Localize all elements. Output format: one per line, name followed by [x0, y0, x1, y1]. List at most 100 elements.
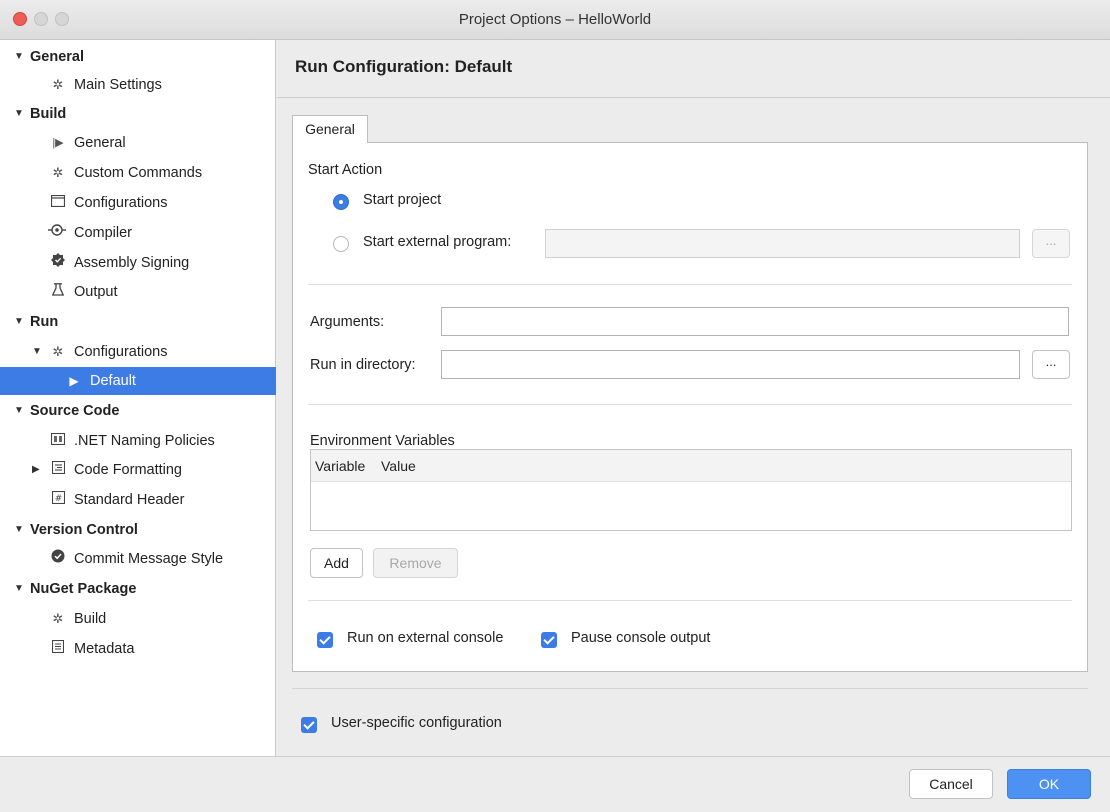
- expanded-arrow-icon[interactable]: ▼: [14, 516, 24, 544]
- window-icon: [50, 189, 66, 217]
- section-divider: [292, 688, 1088, 689]
- sidebar-item-label: Default: [90, 373, 136, 389]
- sidebar-item-label: Commit Message Style: [74, 551, 224, 567]
- pause-console-output-label: Pause console output: [571, 630, 711, 646]
- environment-variables-table[interactable]: Variable Value: [310, 449, 1072, 531]
- collapsed-arrow-icon[interactable]: ▶: [32, 456, 40, 484]
- play-icon: ▶: [69, 374, 79, 388]
- sidebar-item-label: Assembly Signing: [74, 255, 190, 271]
- expanded-arrow-icon[interactable]: ▼: [14, 397, 24, 425]
- sidebar-item-output[interactable]: Output: [0, 278, 276, 306]
- sidebar-category-label: Run: [30, 314, 59, 330]
- sidebar-category-version-control[interactable]: ▼ Version Control: [0, 516, 276, 544]
- hash-icon: #: [50, 486, 66, 514]
- sidebar-item-label: Custom Commands: [74, 165, 203, 181]
- gear-icon: ✲: [52, 165, 64, 180]
- expanded-arrow-icon[interactable]: ▼: [14, 575, 24, 603]
- sidebar-category-build[interactable]: ▼ Build: [0, 100, 276, 128]
- start-action-heading: Start Action: [308, 162, 383, 178]
- sidebar-category-nuget-package[interactable]: ▼ NuGet Package: [0, 575, 276, 603]
- section-divider: [308, 600, 1072, 601]
- sidebar-item-main-settings[interactable]: ✲ Main Settings: [0, 71, 276, 99]
- start-project-radio[interactable]: [333, 194, 349, 210]
- sidebar-item-label: Metadata: [74, 641, 135, 657]
- sidebar-item-metadata[interactable]: Metadata: [0, 635, 276, 663]
- run-in-directory-browse-button[interactable]: ...: [1032, 350, 1070, 379]
- sidebar-item-custom-commands[interactable]: ✲ Custom Commands: [0, 159, 276, 187]
- gear-icon: ✲: [52, 77, 64, 92]
- sidebar-item-label: Configurations: [74, 195, 168, 211]
- ok-button[interactable]: OK: [1007, 769, 1091, 799]
- gear-icon: ✲: [52, 611, 64, 626]
- sidebar-category-label: General: [30, 49, 84, 65]
- run-in-directory-field[interactable]: [441, 350, 1020, 379]
- sidebar-item-run-configurations[interactable]: ▼ ✲ Configurations: [0, 338, 276, 366]
- add-variable-button[interactable]: Add: [310, 548, 363, 578]
- document-icon: [50, 635, 66, 663]
- svg-text:#: #: [54, 494, 62, 504]
- dialog-footer: Cancel OK: [0, 757, 1110, 812]
- sidebar-item-default[interactable]: ▶ Default: [0, 367, 276, 395]
- start-external-program-label: Start external program:: [363, 234, 512, 250]
- sidebar-item-code-formatting[interactable]: ▶ Code Formatting: [0, 456, 276, 484]
- commit-icon: [50, 545, 66, 573]
- sidebar-item-label: Compiler: [74, 225, 133, 241]
- tab-general[interactable]: General: [292, 115, 368, 143]
- naming-icon: [50, 427, 66, 455]
- section-divider: [308, 284, 1072, 285]
- header-divider: [277, 97, 1110, 98]
- expanded-arrow-icon[interactable]: ▼: [32, 338, 42, 366]
- expanded-arrow-icon[interactable]: ▼: [14, 43, 24, 71]
- window-title: Project Options – HelloWorld: [458, 11, 652, 28]
- start-project-label: Start project: [363, 192, 442, 208]
- remove-variable-button[interactable]: Remove: [373, 548, 458, 578]
- seal-icon: [50, 249, 66, 277]
- column-header-variable[interactable]: Variable: [315, 458, 365, 474]
- column-header-value[interactable]: Value: [381, 458, 416, 474]
- main-panel: Run Configuration: Default General Start…: [277, 40, 1110, 756]
- start-external-program-radio[interactable]: [333, 236, 349, 252]
- sidebar-item-standard-header[interactable]: # Standard Header: [0, 486, 276, 514]
- user-specific-configuration-checkbox[interactable]: [301, 717, 317, 733]
- expanded-arrow-icon[interactable]: ▼: [14, 100, 24, 128]
- sidebar-item-label: Configurations: [74, 344, 168, 360]
- run-in-directory-label: Run in directory:: [310, 357, 416, 373]
- cancel-button[interactable]: Cancel: [909, 769, 993, 799]
- sidebar-category-label: Build: [30, 106, 67, 122]
- play-bar-icon: |▶: [52, 137, 64, 149]
- run-on-external-console-label: Run on external console: [347, 630, 504, 646]
- external-program-browse-button[interactable]: ...: [1032, 229, 1070, 258]
- sidebar-category-label: Source Code: [30, 403, 120, 419]
- run-on-external-console-checkbox[interactable]: [317, 632, 333, 648]
- sidebar-item-assembly-signing[interactable]: Assembly Signing: [0, 249, 276, 277]
- sidebar-tree: ▼ General ✲ Main Settings ▼ Build |▶ Gen…: [0, 40, 276, 756]
- external-program-field[interactable]: [545, 229, 1020, 258]
- sidebar-category-label: Version Control: [30, 522, 138, 538]
- sidebar-category-label: NuGet Package: [30, 581, 137, 597]
- sidebar-item-label: Code Formatting: [74, 462, 182, 478]
- sidebar-category-source-code[interactable]: ▼ Source Code: [0, 397, 276, 425]
- pause-console-output-checkbox[interactable]: [541, 632, 557, 648]
- sidebar-item-build-general[interactable]: |▶ General: [0, 129, 276, 157]
- sidebar-category-general[interactable]: ▼ General: [0, 43, 276, 71]
- flask-icon: [50, 278, 66, 306]
- sidebar-item-nuget-build[interactable]: ✲ Build: [0, 605, 276, 633]
- sidebar-item-build-configurations[interactable]: Configurations: [0, 189, 276, 217]
- expanded-arrow-icon[interactable]: ▼: [14, 308, 24, 336]
- sidebar-item-commit-message-style[interactable]: Commit Message Style: [0, 545, 276, 573]
- sidebar-item-label: General: [74, 135, 126, 151]
- sidebar-item-label: Standard Header: [74, 492, 185, 508]
- environment-variables-heading: Environment Variables: [310, 433, 455, 449]
- general-tab-panel: Start Action Start project Start externa…: [292, 142, 1088, 672]
- sidebar-category-run[interactable]: ▼ Run: [0, 308, 276, 336]
- title-bar: Project Options – HelloWorld: [0, 0, 1110, 40]
- sidebar-item-label: .NET Naming Policies: [74, 433, 215, 449]
- format-icon: [50, 456, 66, 484]
- arguments-field[interactable]: [441, 307, 1069, 336]
- table-header: Variable Value: [311, 450, 1071, 482]
- sidebar-item-label: Output: [74, 284, 118, 300]
- sidebar-item-compiler[interactable]: Compiler: [0, 219, 276, 247]
- arguments-label: Arguments:: [310, 314, 385, 330]
- sidebar-item-net-naming-policies[interactable]: .NET Naming Policies: [0, 427, 276, 455]
- section-divider: [308, 404, 1072, 405]
